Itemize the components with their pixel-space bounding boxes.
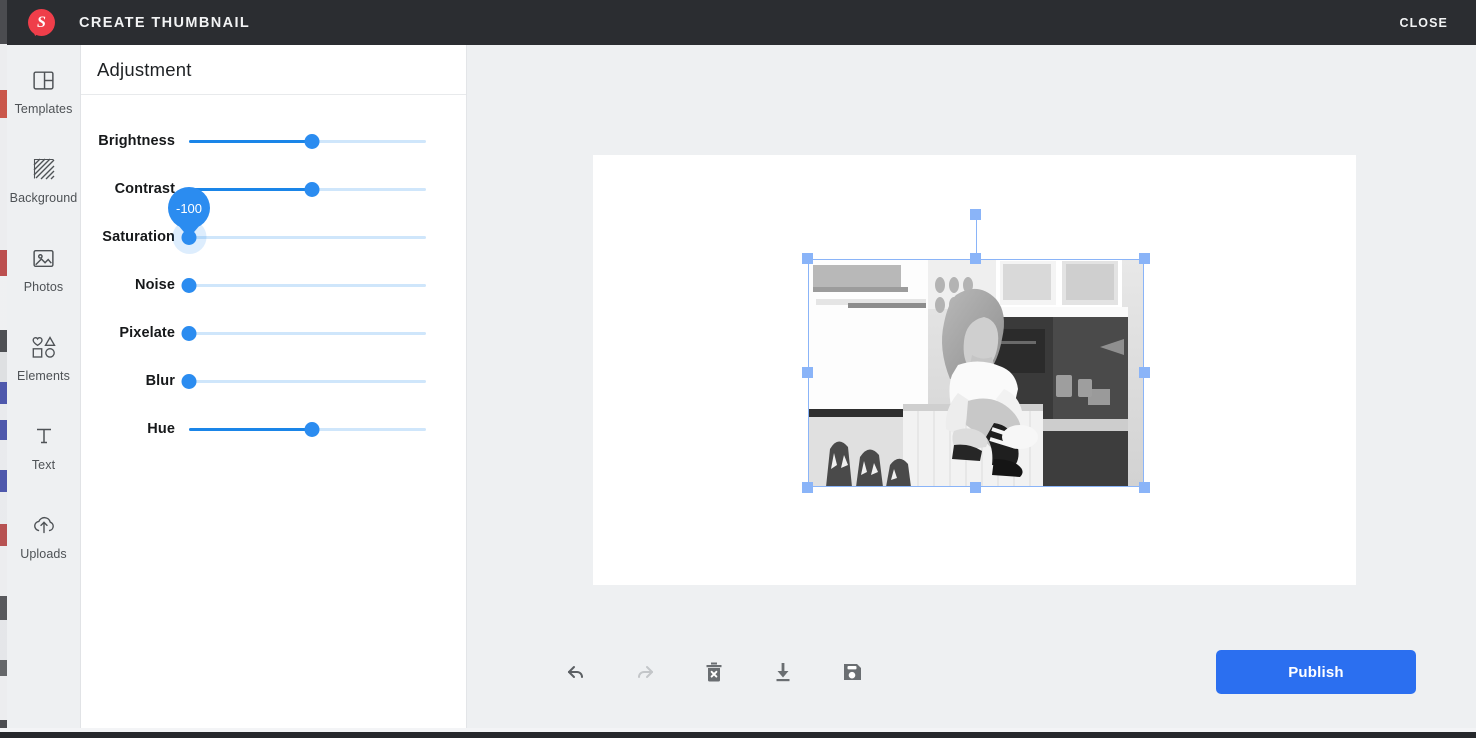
sidebar-item-uploads[interactable]: Uploads — [7, 498, 81, 571]
sidebar-item-label: Text — [31, 458, 56, 472]
sidebar-item-label: Templates — [14, 102, 73, 116]
slider-row-noise: Noise — [81, 261, 466, 309]
rotate-handle[interactable] — [970, 209, 981, 220]
brightness-slider[interactable] — [189, 129, 434, 153]
slider-label: Blur — [145, 373, 175, 389]
undo-button[interactable] — [563, 659, 589, 685]
pixelate-slider[interactable] — [181, 321, 434, 345]
resize-handle-top-left[interactable] — [802, 253, 813, 264]
sidebar-item-text[interactable]: Text — [7, 409, 81, 482]
slider-thumb[interactable] — [304, 133, 319, 149]
resize-handle-top-center[interactable] — [970, 253, 981, 264]
selected-photo-object[interactable] — [802, 209, 1150, 493]
delete-button[interactable] — [701, 659, 727, 685]
design-canvas[interactable] — [593, 155, 1356, 585]
slider-thumb[interactable] — [181, 325, 197, 341]
resize-handle-top-right[interactable] — [1139, 253, 1150, 264]
trash-icon — [702, 660, 726, 684]
slider-label: Brightness — [98, 133, 175, 149]
speech-bubble-icon: S — [28, 9, 55, 36]
slider-track — [189, 379, 426, 383]
redo-button[interactable] — [632, 659, 658, 685]
resize-handle-bottom-left[interactable] — [802, 482, 813, 493]
page-title: CREATE THUMBNAIL — [79, 14, 251, 31]
publish-button[interactable]: Publish — [1216, 650, 1416, 694]
uploads-icon — [31, 510, 57, 540]
tool-group — [563, 659, 865, 685]
adjustment-panel: Adjustment Brightness Contrast Saturatio… — [81, 45, 467, 728]
blur-slider[interactable] — [181, 369, 434, 393]
app-logo: S — [28, 9, 55, 36]
sidebar-item-photos[interactable]: Photos — [7, 231, 81, 304]
sidebar-item-label: Elements — [17, 369, 70, 383]
sidebar-item-label: Uploads — [20, 547, 67, 561]
sidebar-item-label: Photos — [23, 280, 64, 294]
sidebar-item-templates[interactable]: Templates — [7, 53, 81, 126]
logo-letter: S — [37, 13, 46, 31]
resize-handle-bottom-right[interactable] — [1139, 482, 1150, 493]
noise-slider[interactable] — [181, 273, 434, 297]
bottom-toolbar: Publish — [467, 616, 1476, 728]
adjustment-panel-header: Adjustment — [81, 45, 466, 95]
selection-outline — [808, 259, 1144, 487]
resize-handle-middle-right[interactable] — [1139, 367, 1150, 378]
top-bar: S CREATE THUMBNAIL CLOSE — [7, 0, 1476, 45]
slider-row-pixelate: Pixelate — [81, 309, 466, 357]
saturation-slider[interactable]: -100 — [168, 187, 434, 249]
background-icon — [31, 154, 57, 184]
editor-area: Publish — [467, 45, 1476, 728]
text-icon — [32, 421, 56, 451]
elements-icon — [30, 332, 58, 362]
slider-list: Brightness Contrast Saturation -100 Nois… — [81, 95, 466, 453]
hue-slider[interactable] — [189, 417, 434, 441]
sidebar-item-elements[interactable]: Elements — [7, 320, 81, 393]
undo-icon — [564, 660, 588, 684]
slider-value-tooltip: -100 — [168, 187, 210, 229]
slider-track — [189, 235, 426, 239]
slider-thumb[interactable] — [304, 181, 319, 197]
download-button[interactable] — [770, 659, 796, 685]
redo-icon — [633, 660, 657, 684]
slider-row-blur: Blur — [81, 357, 466, 405]
sidebar-item-background[interactable]: Background — [7, 142, 81, 215]
slider-label: Hue — [147, 421, 175, 437]
slider-fill — [189, 187, 312, 191]
save-button[interactable] — [839, 659, 865, 685]
create-thumbnail-modal: S CREATE THUMBNAIL CLOSE Templates Backg… — [7, 0, 1476, 728]
slider-row-saturation: Saturation -100 — [81, 187, 466, 261]
sidebar: Templates Background Photos Elements Tex… — [7, 45, 81, 728]
contrast-slider[interactable] — [189, 177, 434, 201]
save-icon — [840, 660, 864, 684]
photos-icon — [31, 243, 56, 273]
slider-track — [189, 331, 426, 335]
resize-handle-bottom-center[interactable] — [970, 482, 981, 493]
slider-row-contrast: Contrast — [81, 165, 466, 213]
slider-label: Pixelate — [119, 325, 175, 341]
underlying-page-bottom-bar — [0, 732, 1476, 738]
slider-thumb[interactable] — [181, 277, 197, 293]
slider-thumb[interactable] — [304, 421, 319, 437]
adjustment-panel-title: Adjustment — [97, 58, 192, 80]
resize-handle-middle-left[interactable] — [802, 367, 813, 378]
slider-row-hue: Hue — [81, 405, 466, 453]
download-icon — [771, 660, 795, 684]
slider-fill — [189, 139, 312, 143]
close-button[interactable]: CLOSE — [1399, 16, 1448, 30]
slider-track — [189, 283, 426, 287]
slider-row-brightness: Brightness — [81, 117, 466, 165]
slider-thumb[interactable] — [181, 373, 197, 389]
canvas-zone — [467, 45, 1476, 616]
slider-fill — [189, 427, 312, 431]
sidebar-item-label: Background — [9, 191, 78, 205]
templates-icon — [31, 65, 56, 95]
slider-label: Noise — [135, 277, 175, 293]
